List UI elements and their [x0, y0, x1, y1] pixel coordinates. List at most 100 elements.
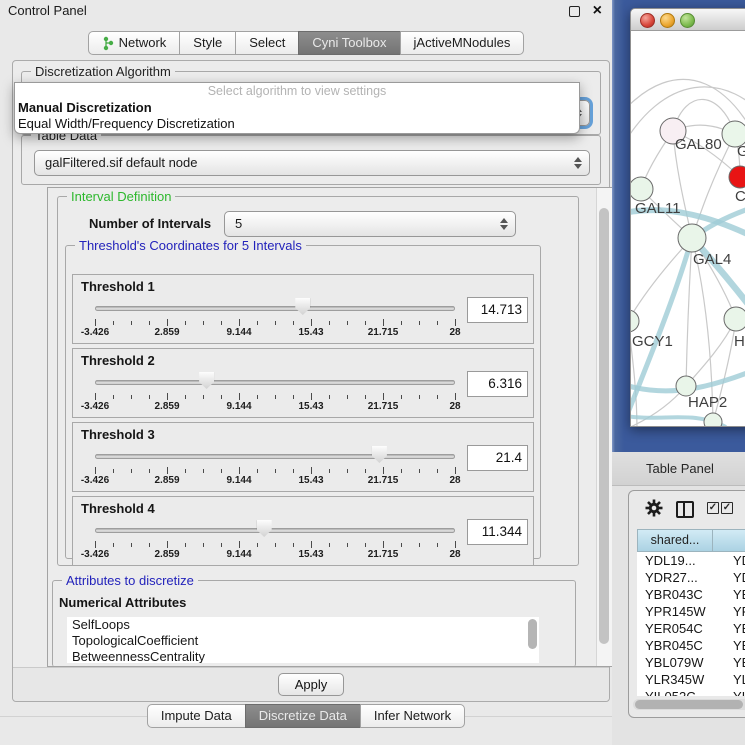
table-row[interactable]: YDL19...YDL1	[637, 552, 745, 569]
threshold-label: Threshold 3	[81, 427, 155, 442]
gear-icon[interactable]	[645, 499, 663, 522]
tab-network[interactable]: Network	[88, 31, 181, 55]
slider-tick-label: 21.715	[368, 549, 399, 560]
attribute-item-topologicalcoefficient[interactable]: TopologicalCoefficient	[67, 633, 539, 649]
minimize-traffic-light-icon[interactable]	[660, 13, 675, 28]
slider-tick-label: 15.43	[298, 475, 323, 486]
column-header-name[interactable]: na...	[712, 529, 745, 552]
network-icon	[102, 36, 114, 51]
tab-jactivemnodules[interactable]: jActiveMNodules	[400, 31, 525, 55]
cell-shared-name: YBR043C	[637, 586, 719, 603]
threshold-value-field[interactable]: 11.344	[467, 519, 528, 545]
table-row[interactable]: YLR345WYLR3	[637, 671, 745, 688]
split-view-icon[interactable]	[676, 501, 694, 518]
cell-name: YPR1	[719, 603, 745, 620]
slider-tick	[455, 393, 456, 400]
slider-tick	[221, 543, 222, 547]
slider-tick	[239, 393, 240, 400]
cell-shared-name: YDL19...	[637, 552, 719, 569]
float-window-icon[interactable]	[569, 6, 580, 17]
table-panel-window: ✓ ✓ shared... na... YDL19...YDL1YDR27...…	[628, 490, 745, 718]
table-body[interactable]: YDL19...YDL1YDR27...YDR2YBR043CYBR0YPR14…	[637, 552, 745, 696]
tab-style[interactable]: Style	[179, 31, 236, 55]
slider-tick	[365, 321, 366, 325]
threshold-slider-thumb[interactable]	[372, 446, 387, 463]
slider-tick	[383, 393, 384, 400]
table-row[interactable]: YER054CYER0	[637, 620, 745, 637]
network-node-h[interactable]	[724, 307, 745, 331]
checkbox-icon[interactable]: ✓	[707, 502, 719, 514]
slider-tick	[185, 469, 186, 473]
slider-tick	[203, 321, 204, 325]
table-row[interactable]: YIL052CYIL0	[637, 688, 745, 696]
table-horizontal-scrollbar[interactable]	[633, 699, 745, 710]
network-edge	[631, 238, 692, 321]
number-of-intervals-spinner[interactable]: 5	[224, 211, 516, 237]
scrollbar-thumb[interactable]	[599, 208, 609, 644]
network-node[interactable]	[704, 413, 722, 426]
slider-tick-label: 15.43	[298, 401, 323, 412]
threshold-slider-track[interactable]	[95, 306, 455, 311]
slider-tick	[419, 321, 420, 325]
numerical-attributes-list[interactable]: SelfLoopsTopologicalCoefficientBetweenne…	[67, 617, 539, 663]
threshold-slider-track[interactable]	[95, 454, 455, 459]
threshold-slider-thumb[interactable]	[199, 372, 214, 389]
network-node-gal4[interactable]	[678, 224, 706, 252]
group-title-discretization-algorithm: Discretization Algorithm	[31, 64, 175, 79]
threshold-slider-track[interactable]	[95, 528, 455, 533]
slider-tick	[131, 469, 132, 473]
slider-tick	[203, 395, 204, 399]
table-data-select[interactable]: galFiltered.sif default node	[34, 150, 590, 176]
close-icon[interactable]: ×	[593, 0, 602, 22]
algorithm-option-manual-discretization[interactable]: Manual Discretization	[15, 100, 579, 116]
cell-name: YBR0	[719, 637, 745, 654]
close-traffic-light-icon[interactable]	[640, 13, 655, 28]
network-canvas[interactable]: GAL80GACGAL11GAL4GCY1HHAP2	[631, 31, 745, 426]
threshold-value-field[interactable]: 14.713	[467, 297, 528, 323]
table-row[interactable]: YBL079WYBL0	[637, 654, 745, 671]
zoom-traffic-light-icon[interactable]	[680, 13, 695, 28]
threshold-slider-thumb[interactable]	[295, 298, 310, 315]
network-node-gal11[interactable]	[631, 177, 653, 201]
slider-tick	[437, 321, 438, 325]
network-node-gcy1[interactable]	[631, 310, 639, 332]
table-row[interactable]: YBR045CYBR0	[637, 637, 745, 654]
threshold-label: Threshold 2	[81, 353, 155, 368]
attribute-item-betweennesscentrality[interactable]: BetweennessCentrality	[67, 649, 539, 663]
list-scrollbar[interactable]	[528, 619, 537, 649]
cell-name: YER0	[719, 620, 745, 637]
slider-tick	[149, 321, 150, 325]
slider-tick-label: 28	[449, 475, 460, 486]
slider-tick	[131, 395, 132, 399]
network-node-hap2[interactable]	[676, 376, 696, 396]
threshold-slider-thumb[interactable]	[257, 520, 272, 537]
slider-tick	[293, 395, 294, 399]
scrollbar-thumb[interactable]	[635, 700, 743, 709]
slider-tick	[311, 541, 312, 548]
mode-tab-discretize-data[interactable]: Discretize Data	[245, 704, 361, 728]
threshold-value-field[interactable]: 6.316	[467, 371, 528, 397]
slider-tick	[419, 543, 420, 547]
slider-tick	[131, 321, 132, 325]
tab-select[interactable]: Select	[235, 31, 299, 55]
attribute-item-selfloops[interactable]: SelfLoops	[67, 617, 539, 633]
slider-tick	[221, 321, 222, 325]
settings-vertical-scrollbar[interactable]	[596, 188, 612, 666]
table-row[interactable]: YDR27...YDR2	[637, 569, 745, 586]
threshold-value-field[interactable]: 21.4	[467, 445, 528, 471]
column-header-shared-name[interactable]: shared...	[637, 529, 713, 552]
table-row[interactable]: YBR043CYBR0	[637, 586, 745, 603]
mode-tab-impute-data[interactable]: Impute Data	[147, 704, 246, 728]
apply-button[interactable]: Apply	[278, 673, 345, 696]
slider-tick	[167, 393, 168, 400]
slider-tick	[257, 395, 258, 399]
number-of-intervals-label: Number of Intervals	[89, 216, 211, 231]
threshold-slider-track[interactable]	[95, 380, 455, 385]
tab-cyni-toolbox[interactable]: Cyni Toolbox	[298, 31, 400, 55]
algorithm-option-equal-width-frequency-discretization[interactable]: Equal Width/Frequency Discretization	[15, 116, 579, 132]
cell-shared-name: YPR145W	[637, 603, 719, 620]
table-row[interactable]: YPR145WYPR1	[637, 603, 745, 620]
checkbox-icon[interactable]: ✓	[721, 502, 733, 514]
slider-tick-label: 28	[449, 327, 460, 338]
mode-tab-infer-network[interactable]: Infer Network	[360, 704, 465, 728]
